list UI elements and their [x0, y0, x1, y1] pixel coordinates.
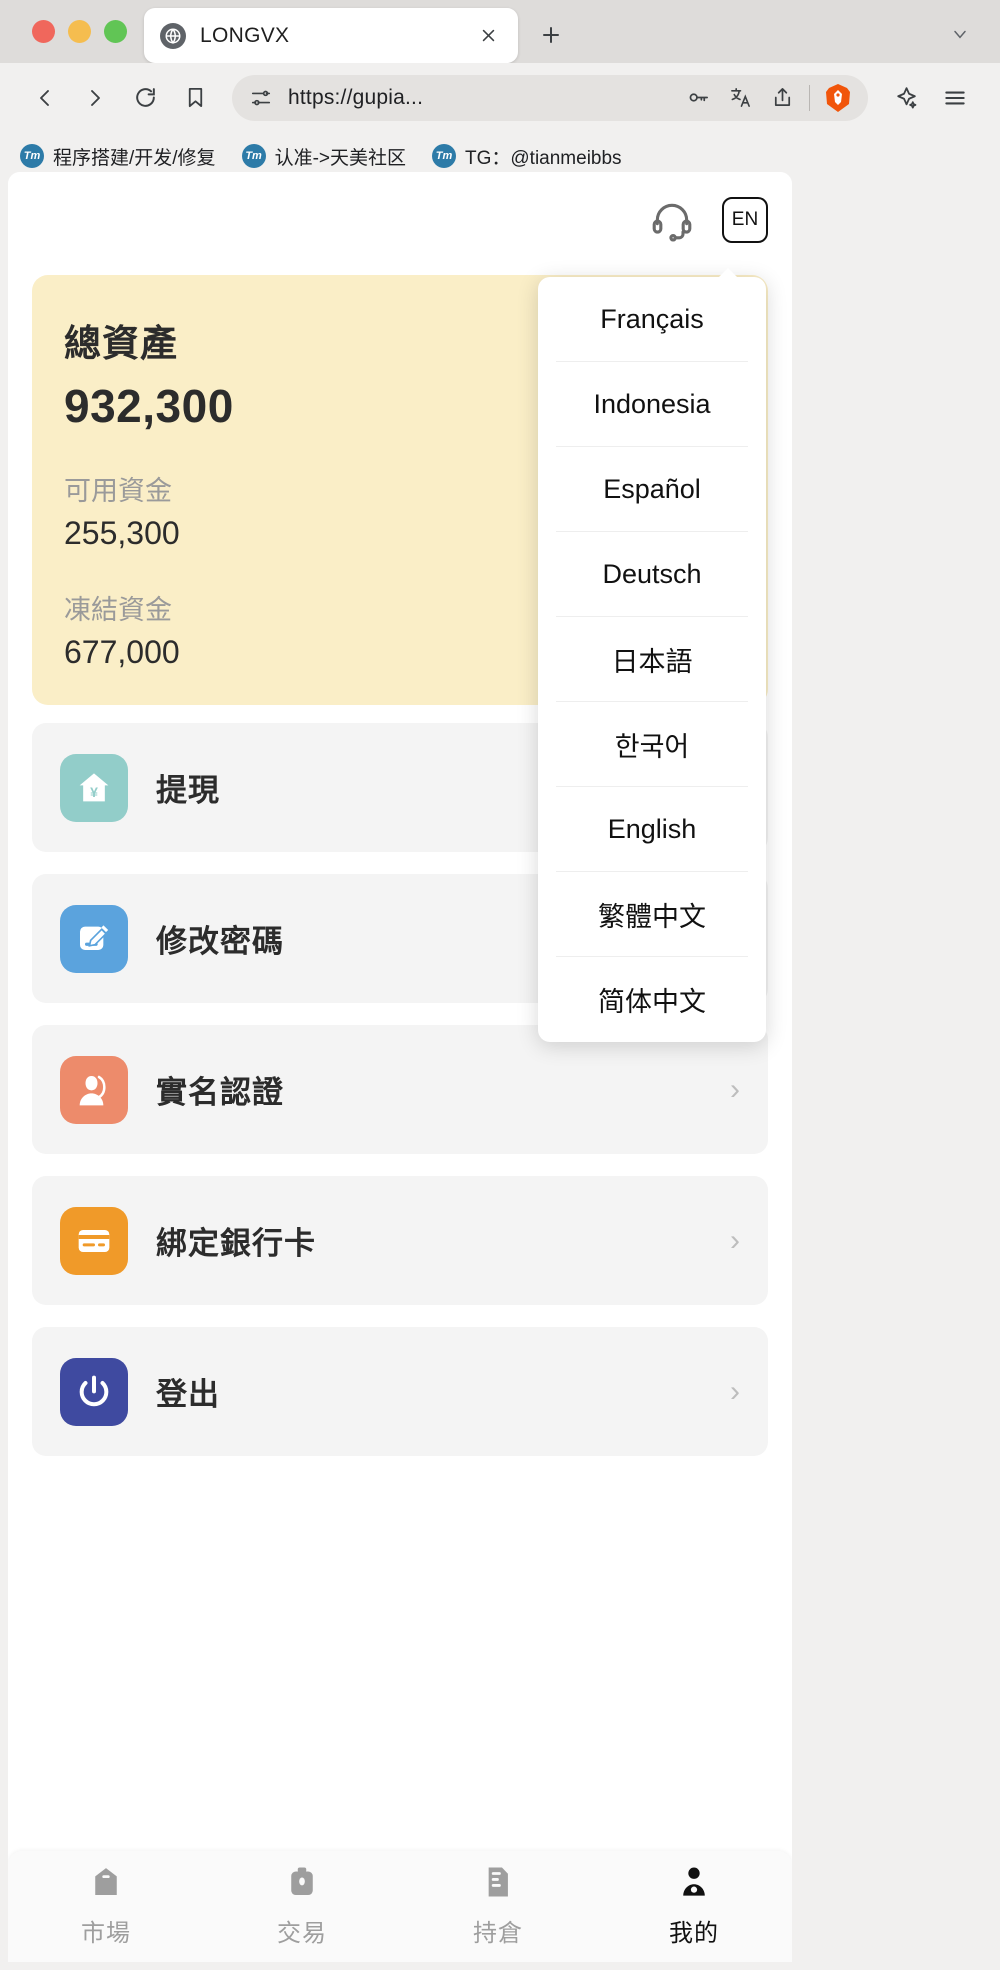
house-yen-icon: ¥ — [60, 753, 128, 822]
chevron-right-icon: › — [730, 1374, 740, 1408]
briefcase-icon — [285, 1865, 319, 1904]
tm-badge-icon: Tm — [20, 144, 44, 168]
chevron-right-icon: › — [730, 1072, 740, 1106]
page-header: EN — [8, 172, 792, 267]
maximize-window-button[interactable] — [104, 20, 127, 43]
browser-titlebar: LONGVX — [0, 0, 1000, 63]
user-profile-icon — [677, 1865, 711, 1904]
bookmark-item[interactable]: Tm 程序搭建/开发/修复 — [20, 143, 216, 170]
bottom-tab-bar: 市場 交易 持倉 我的 — [8, 1851, 792, 1962]
headset-icon[interactable] — [646, 194, 698, 246]
language-option-traditional-chinese[interactable]: 繁體中文 — [556, 872, 748, 957]
bookmark-label: TG：@tianmeibbs — [465, 147, 622, 169]
browser-window: LONGVX https://gupia... Tm 程序搭建/开发/修复 Tm… — [0, 0, 1000, 1970]
menu-item-label: 實名認證 — [156, 1075, 284, 1110]
minimize-window-button[interactable] — [68, 20, 91, 43]
close-window-button[interactable] — [32, 20, 55, 43]
bookmark-label: 认准->天美社区 — [274, 147, 406, 169]
tm-badge-icon: Tm — [432, 144, 456, 168]
toolbar-divider — [809, 84, 810, 111]
close-icon[interactable] — [474, 22, 502, 50]
window-controls — [32, 20, 127, 43]
tab-profile[interactable]: 我的 — [596, 1851, 792, 1962]
tab-label: 市場 — [81, 1920, 131, 1947]
reload-icon[interactable] — [122, 75, 168, 121]
tm-badge-icon: Tm — [241, 144, 266, 168]
bookmark-icon[interactable] — [172, 75, 218, 121]
language-option-indonesia[interactable]: Indonesia — [556, 362, 748, 447]
site-settings-icon[interactable] — [246, 83, 276, 113]
globe-icon — [160, 22, 186, 49]
back-arrow-icon[interactable] — [22, 75, 68, 121]
chevron-down-icon[interactable] — [944, 20, 976, 48]
language-option-espanol[interactable]: Español — [556, 447, 748, 532]
menu-item-identity-verification[interactable]: 實名認證 › — [32, 1025, 768, 1154]
menu-item-label: 登出 — [156, 1377, 220, 1412]
language-option-english[interactable]: English — [556, 787, 748, 872]
language-option-simplified-chinese[interactable]: 简体中文 — [556, 957, 748, 1042]
share-icon[interactable] — [767, 83, 797, 113]
sparkle-icon[interactable] — [882, 75, 928, 121]
tab-label: 我的 — [669, 1920, 719, 1947]
browser-navbar: https://gupia... — [0, 63, 1000, 132]
language-option-deutsch[interactable]: Deutsch — [556, 532, 748, 617]
bookmark-item[interactable]: Tm TG：@tianmeibbs — [432, 143, 622, 170]
bookmark-item[interactable]: Tm 认准->天美社区 — [241, 143, 406, 170]
chevron-right-icon: › — [730, 1223, 740, 1257]
menu-item-logout[interactable]: 登出 › — [32, 1327, 768, 1456]
market-tag-icon — [89, 1865, 123, 1904]
power-off-icon — [60, 1357, 128, 1426]
menu-item-label: 修改密碼 — [156, 924, 284, 959]
language-option-korean[interactable]: 한국어 — [556, 702, 748, 787]
language-selector-button[interactable]: EN — [722, 196, 768, 243]
bank-card-icon — [60, 1206, 128, 1275]
tab-label: 交易 — [277, 1920, 327, 1947]
new-tab-button[interactable] — [534, 18, 568, 52]
brave-lion-icon[interactable] — [822, 82, 854, 114]
url-text: https://gupia... — [288, 85, 424, 109]
tab-market[interactable]: 市場 — [8, 1851, 204, 1962]
bookmark-label: 程序搭建/开发/修复 — [53, 147, 216, 169]
language-option-japanese[interactable]: 日本語 — [556, 617, 748, 702]
edit-pencil-icon — [60, 904, 128, 973]
key-icon[interactable] — [683, 83, 713, 113]
address-bar[interactable]: https://gupia... — [232, 74, 868, 121]
page-viewport: EN Français Indonesia Español Deutsch 日本… — [8, 172, 792, 1962]
language-dropdown-menu: Français Indonesia Español Deutsch 日本語 한… — [538, 268, 766, 1042]
menu-item-label: 提現 — [156, 773, 220, 808]
tab-holdings[interactable]: 持倉 — [400, 1851, 596, 1962]
holdings-doc-icon — [481, 1865, 515, 1904]
tab-title: LONGVX — [200, 23, 290, 47]
person-id-icon — [60, 1055, 128, 1124]
forward-arrow-icon[interactable] — [72, 75, 118, 121]
hamburger-menu-icon[interactable] — [932, 75, 978, 121]
menu-item-label: 綁定銀行卡 — [156, 1226, 316, 1261]
menu-item-bind-bank-card[interactable]: 綁定銀行卡 › — [32, 1176, 768, 1305]
tab-trade[interactable]: 交易 — [204, 1851, 400, 1962]
svg-text:¥: ¥ — [90, 784, 98, 800]
browser-tab[interactable]: LONGVX — [144, 8, 518, 63]
tab-label: 持倉 — [473, 1920, 523, 1947]
translate-icon[interactable] — [725, 83, 755, 113]
language-option-francais[interactable]: Français — [556, 277, 748, 362]
